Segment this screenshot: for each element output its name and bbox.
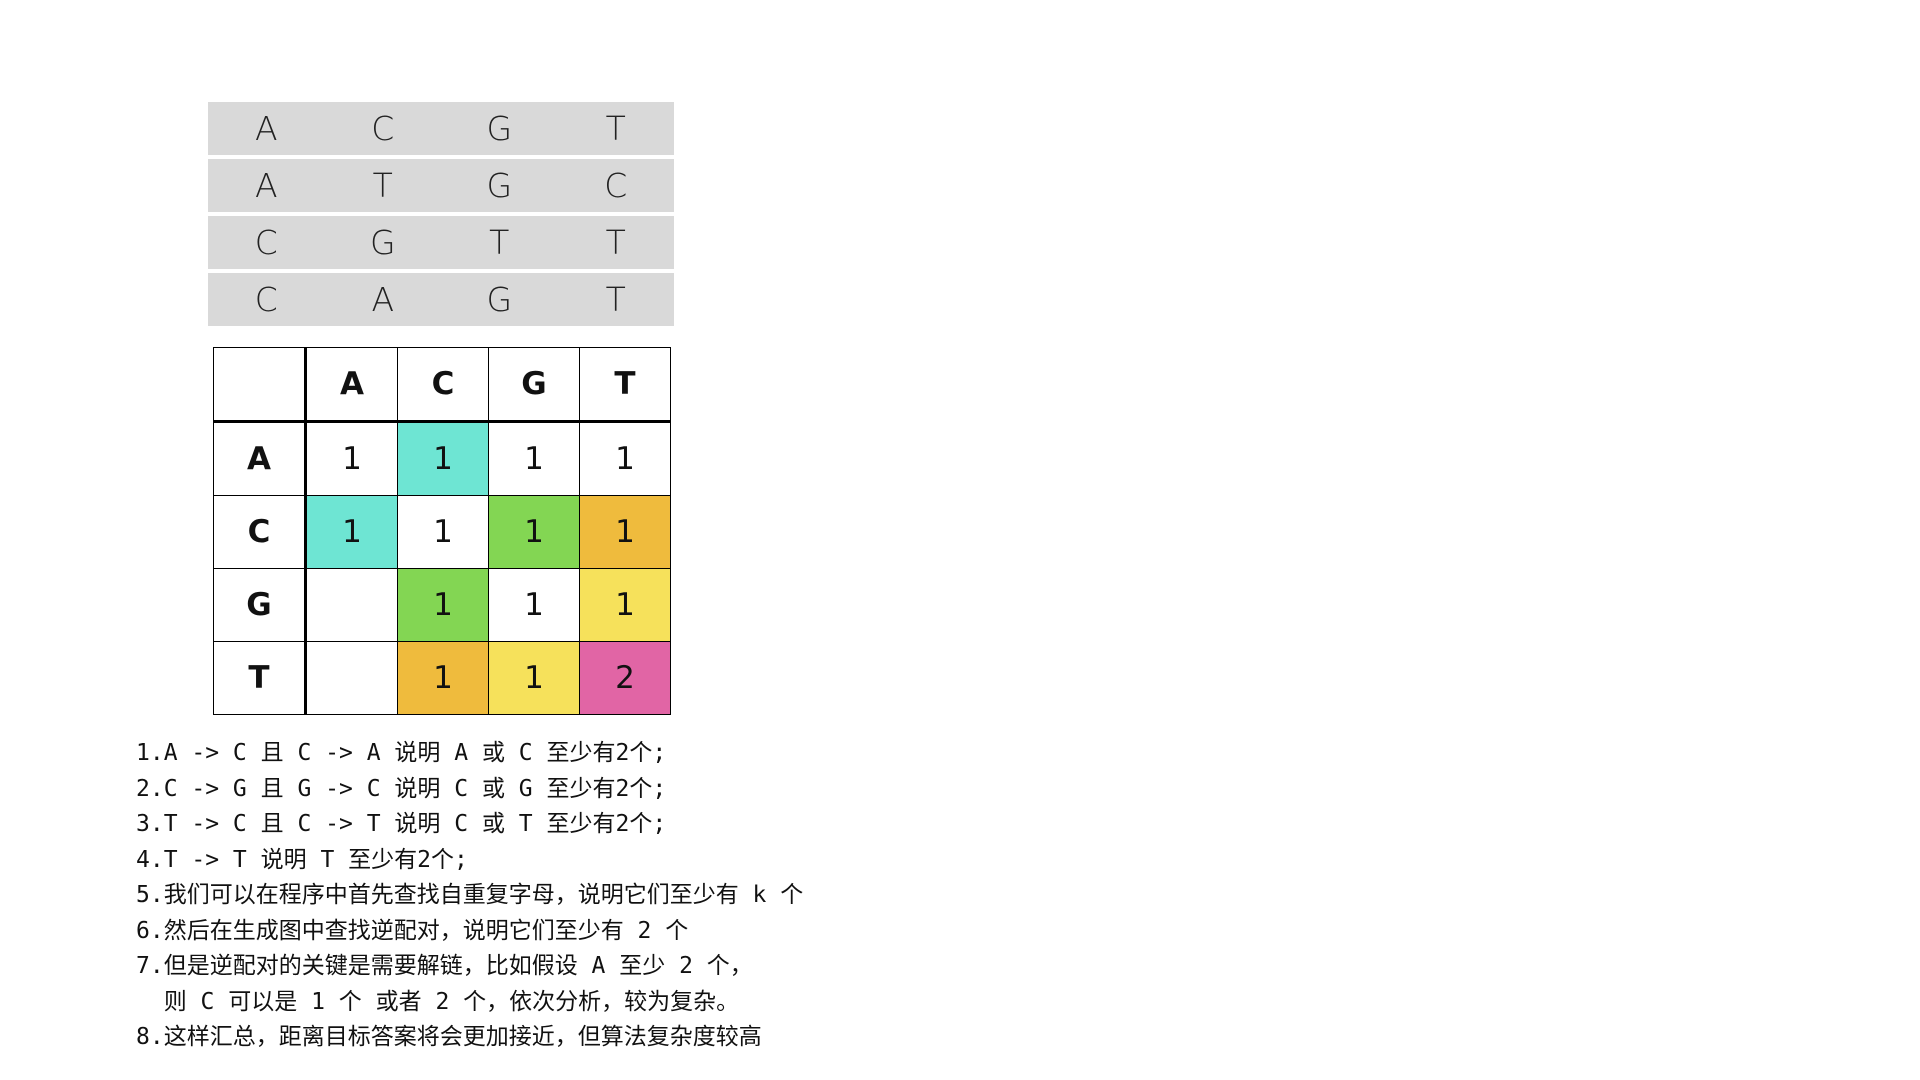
matrix-row: T112 xyxy=(213,641,671,715)
matrix-cell xyxy=(305,568,398,642)
sequence-grid: ACGTATGCCGTTCAGT xyxy=(208,102,674,330)
matrix-cell: 1 xyxy=(579,568,671,642)
matrix-column-header: C xyxy=(397,347,489,423)
sequence-row: ATGC xyxy=(208,159,674,212)
note-item: 8.这样汇总，距离目标答案将会更加接近，但算法复杂度较高 xyxy=(136,1024,762,1050)
matrix-row-header: T xyxy=(213,641,307,715)
sequence-letter: T xyxy=(489,223,510,262)
matrix-cell: 1 xyxy=(579,421,671,496)
sequence-letter: G xyxy=(486,166,513,205)
matrix-row: G111 xyxy=(213,568,671,642)
note-item: 6.然后在生成图中查找逆配对，说明它们至少有 2 个 xyxy=(136,917,689,944)
sequence-letter: A xyxy=(254,166,278,205)
sequence-letter: G xyxy=(369,223,396,262)
sequence-letter: G xyxy=(486,109,513,148)
note-item: 2.C -> G 且 G -> C 说明 C 或 G 至少有2个; xyxy=(136,775,667,802)
matrix-cell: 1 xyxy=(488,421,580,496)
matrix-row: C1111 xyxy=(213,495,671,569)
note-item: 则 C 可以是 1 个 或者 2 个，依次分析，较为复杂。 xyxy=(136,988,740,1015)
matrix-column-header: A xyxy=(305,347,398,423)
sequence-letter: T xyxy=(605,109,626,148)
sequence-row: ACGT xyxy=(208,102,674,155)
matrix-cell: 2 xyxy=(579,641,671,715)
sequence-letter: T xyxy=(605,223,626,262)
note-item: 4.T -> T 说明 T 至少有2个; xyxy=(136,846,468,873)
matrix-cell: 1 xyxy=(488,495,580,569)
matrix-cell: 1 xyxy=(305,495,398,569)
matrix-cell: 1 xyxy=(488,568,580,642)
matrix-row: A1111 xyxy=(213,421,671,496)
note-item: 3.T -> C 且 C -> T 说明 C 或 T 至少有2个; xyxy=(136,811,667,837)
transition-matrix: ACGTA1111C1111G111T112 xyxy=(213,347,671,715)
matrix-cell xyxy=(305,641,398,715)
matrix-row-header: C xyxy=(213,495,307,569)
sequence-letter: T xyxy=(372,166,393,205)
sequence-row: CGTT xyxy=(208,216,674,269)
matrix-row-header: G xyxy=(213,568,307,642)
matrix-cell: 1 xyxy=(579,495,671,569)
matrix-cell: 1 xyxy=(397,495,489,569)
sequence-row: CAGT xyxy=(208,273,674,326)
sequence-letter: C xyxy=(254,223,278,262)
note-item: 1.A -> C 且 C -> A 说明 A 或 C 至少有2个; xyxy=(136,740,667,766)
note-item: 5.我们可以在程序中首先查找自重复字母，说明它们至少有 k 个 xyxy=(136,882,804,908)
matrix-column-header: T xyxy=(579,347,671,423)
sequence-letter: A xyxy=(254,109,278,148)
matrix-cell: 1 xyxy=(305,421,398,496)
matrix-cell: 1 xyxy=(397,421,489,496)
matrix-corner-cell xyxy=(213,347,307,423)
note-item: 7.但是逆配对的关键是需要解链，比如假设 A 至少 2 个， xyxy=(136,953,753,979)
sequence-letter: C xyxy=(604,166,628,205)
sequence-letter: C xyxy=(371,109,395,148)
matrix-row-header: A xyxy=(213,421,307,496)
sequence-letter: C xyxy=(254,280,278,319)
matrix-cell: 1 xyxy=(397,641,489,715)
matrix-cell: 1 xyxy=(488,641,580,715)
notes-list: 1.A -> C 且 C -> A 说明 A 或 C 至少有2个; 2.C -> … xyxy=(136,736,803,1056)
sequence-letter: A xyxy=(371,280,395,319)
sequence-letter: G xyxy=(486,280,513,319)
sequence-letter: T xyxy=(605,280,626,319)
matrix-column-header: G xyxy=(488,347,580,423)
matrix-cell: 1 xyxy=(397,568,489,642)
